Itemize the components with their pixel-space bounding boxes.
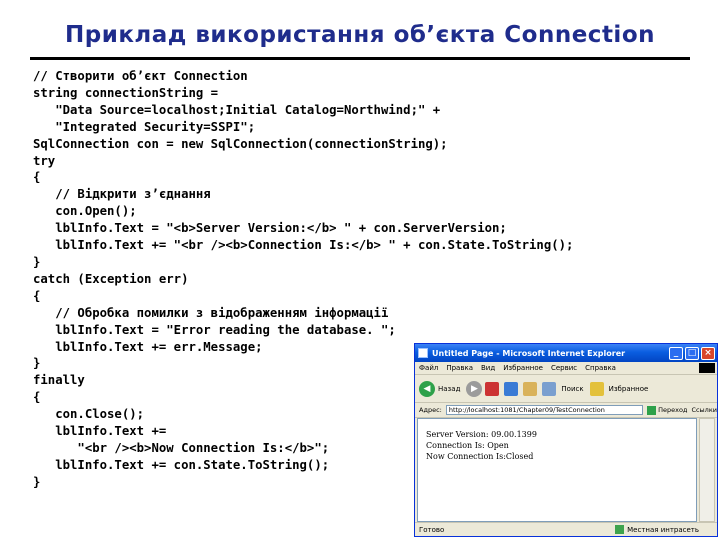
forward-arrow-icon[interactable]: ▶ xyxy=(466,380,483,397)
code-line: try xyxy=(33,153,56,168)
menu-item-edit[interactable]: Правка xyxy=(446,364,473,372)
search-icon[interactable] xyxy=(542,381,557,396)
code-line: lblInfo.Text += "<br /><b>Connection Is:… xyxy=(33,238,574,253)
content-line: Connection Is: Open xyxy=(426,441,509,450)
browser-title: Untitled Page - Microsoft Internet Explo… xyxy=(432,348,626,358)
go-button[interactable]: Переход xyxy=(658,406,687,414)
home-icon[interactable] xyxy=(523,381,538,396)
title-divider xyxy=(30,57,690,60)
address-input[interactable]: http://localhost:1081/Chapter09/TestConn… xyxy=(445,405,644,415)
code-line: } xyxy=(33,254,41,269)
code-line: string connectionString = xyxy=(33,85,219,100)
content-line: Now Connection Is:Closed xyxy=(426,452,534,461)
security-zone: Местная интрасеть xyxy=(615,525,699,534)
minimize-button[interactable]: _ xyxy=(669,346,683,360)
intranet-icon xyxy=(615,525,625,534)
vertical-scrollbar[interactable] xyxy=(699,418,715,522)
menu-item-file[interactable]: Файл xyxy=(419,364,438,372)
back-arrow-icon[interactable]: ◀ xyxy=(419,380,435,397)
code-line: "Integrated Security=SSPI"; xyxy=(33,119,256,134)
address-bar: Адрес: http://localhost:1081/Chapter09/T… xyxy=(415,403,717,418)
favorites-button-label[interactable]: Избранное xyxy=(609,385,649,393)
toolbar: ◀ Назад ▶ Поиск Избранное xyxy=(415,375,717,403)
menu-bar: Файл Правка Вид Избранное Сервис Справка xyxy=(415,362,717,375)
code-line: { xyxy=(33,288,41,303)
code-line: // Відкрити з’єднання xyxy=(33,187,211,202)
maximize-button[interactable]: □ xyxy=(685,346,699,360)
page-content: Server Version: 09.00.1399 Connection Is… xyxy=(417,418,697,522)
code-line: "Data Source=localhost;Initial Catalog=N… xyxy=(33,102,441,117)
page-icon xyxy=(418,348,428,358)
menu-item-favorites[interactable]: Избранное xyxy=(503,364,543,372)
links-button[interactable]: Ссылки xyxy=(691,406,717,414)
code-line: SqlConnection con = new SqlConnection(co… xyxy=(33,136,448,151)
refresh-icon[interactable] xyxy=(504,381,519,396)
slide-title: Приклад використання об’єкта Connection xyxy=(64,22,655,48)
search-button-label[interactable]: Поиск xyxy=(561,385,583,393)
zone-label: Местная интрасеть xyxy=(627,525,699,534)
code-line: { xyxy=(33,170,41,185)
menu-item-tools[interactable]: Сервис xyxy=(551,364,577,372)
code-line: catch (Exception err) xyxy=(33,271,189,286)
code-line: lblInfo.Text = "Error reading the databa… xyxy=(33,322,396,337)
code-line: // Обробка помилки з відображенням інфор… xyxy=(33,305,389,320)
content-line: Server Version: 09.00.1399 xyxy=(426,430,537,439)
close-button[interactable]: × xyxy=(701,346,715,360)
code-line: // Створити об’єкт Connection xyxy=(33,69,248,83)
address-label: Адрес: xyxy=(419,406,442,414)
menu-item-help[interactable]: Справка xyxy=(585,364,616,372)
browser-window: Untitled Page - Microsoft Internet Explo… xyxy=(414,343,718,537)
windows-logo-icon xyxy=(699,363,715,373)
status-text: Готово xyxy=(419,525,445,534)
browser-titlebar: Untitled Page - Microsoft Internet Explo… xyxy=(415,344,717,362)
code-line: con.Open(); xyxy=(33,204,137,219)
go-arrow-icon[interactable] xyxy=(647,405,657,415)
menu-item-view[interactable]: Вид xyxy=(481,364,495,372)
status-bar: Готово Местная интрасеть xyxy=(415,522,717,536)
code-line: lblInfo.Text = "<b>Server Version:</b> "… xyxy=(33,221,507,236)
back-button-label[interactable]: Назад xyxy=(438,385,460,393)
stop-icon[interactable] xyxy=(485,381,500,396)
star-icon[interactable] xyxy=(589,381,604,396)
